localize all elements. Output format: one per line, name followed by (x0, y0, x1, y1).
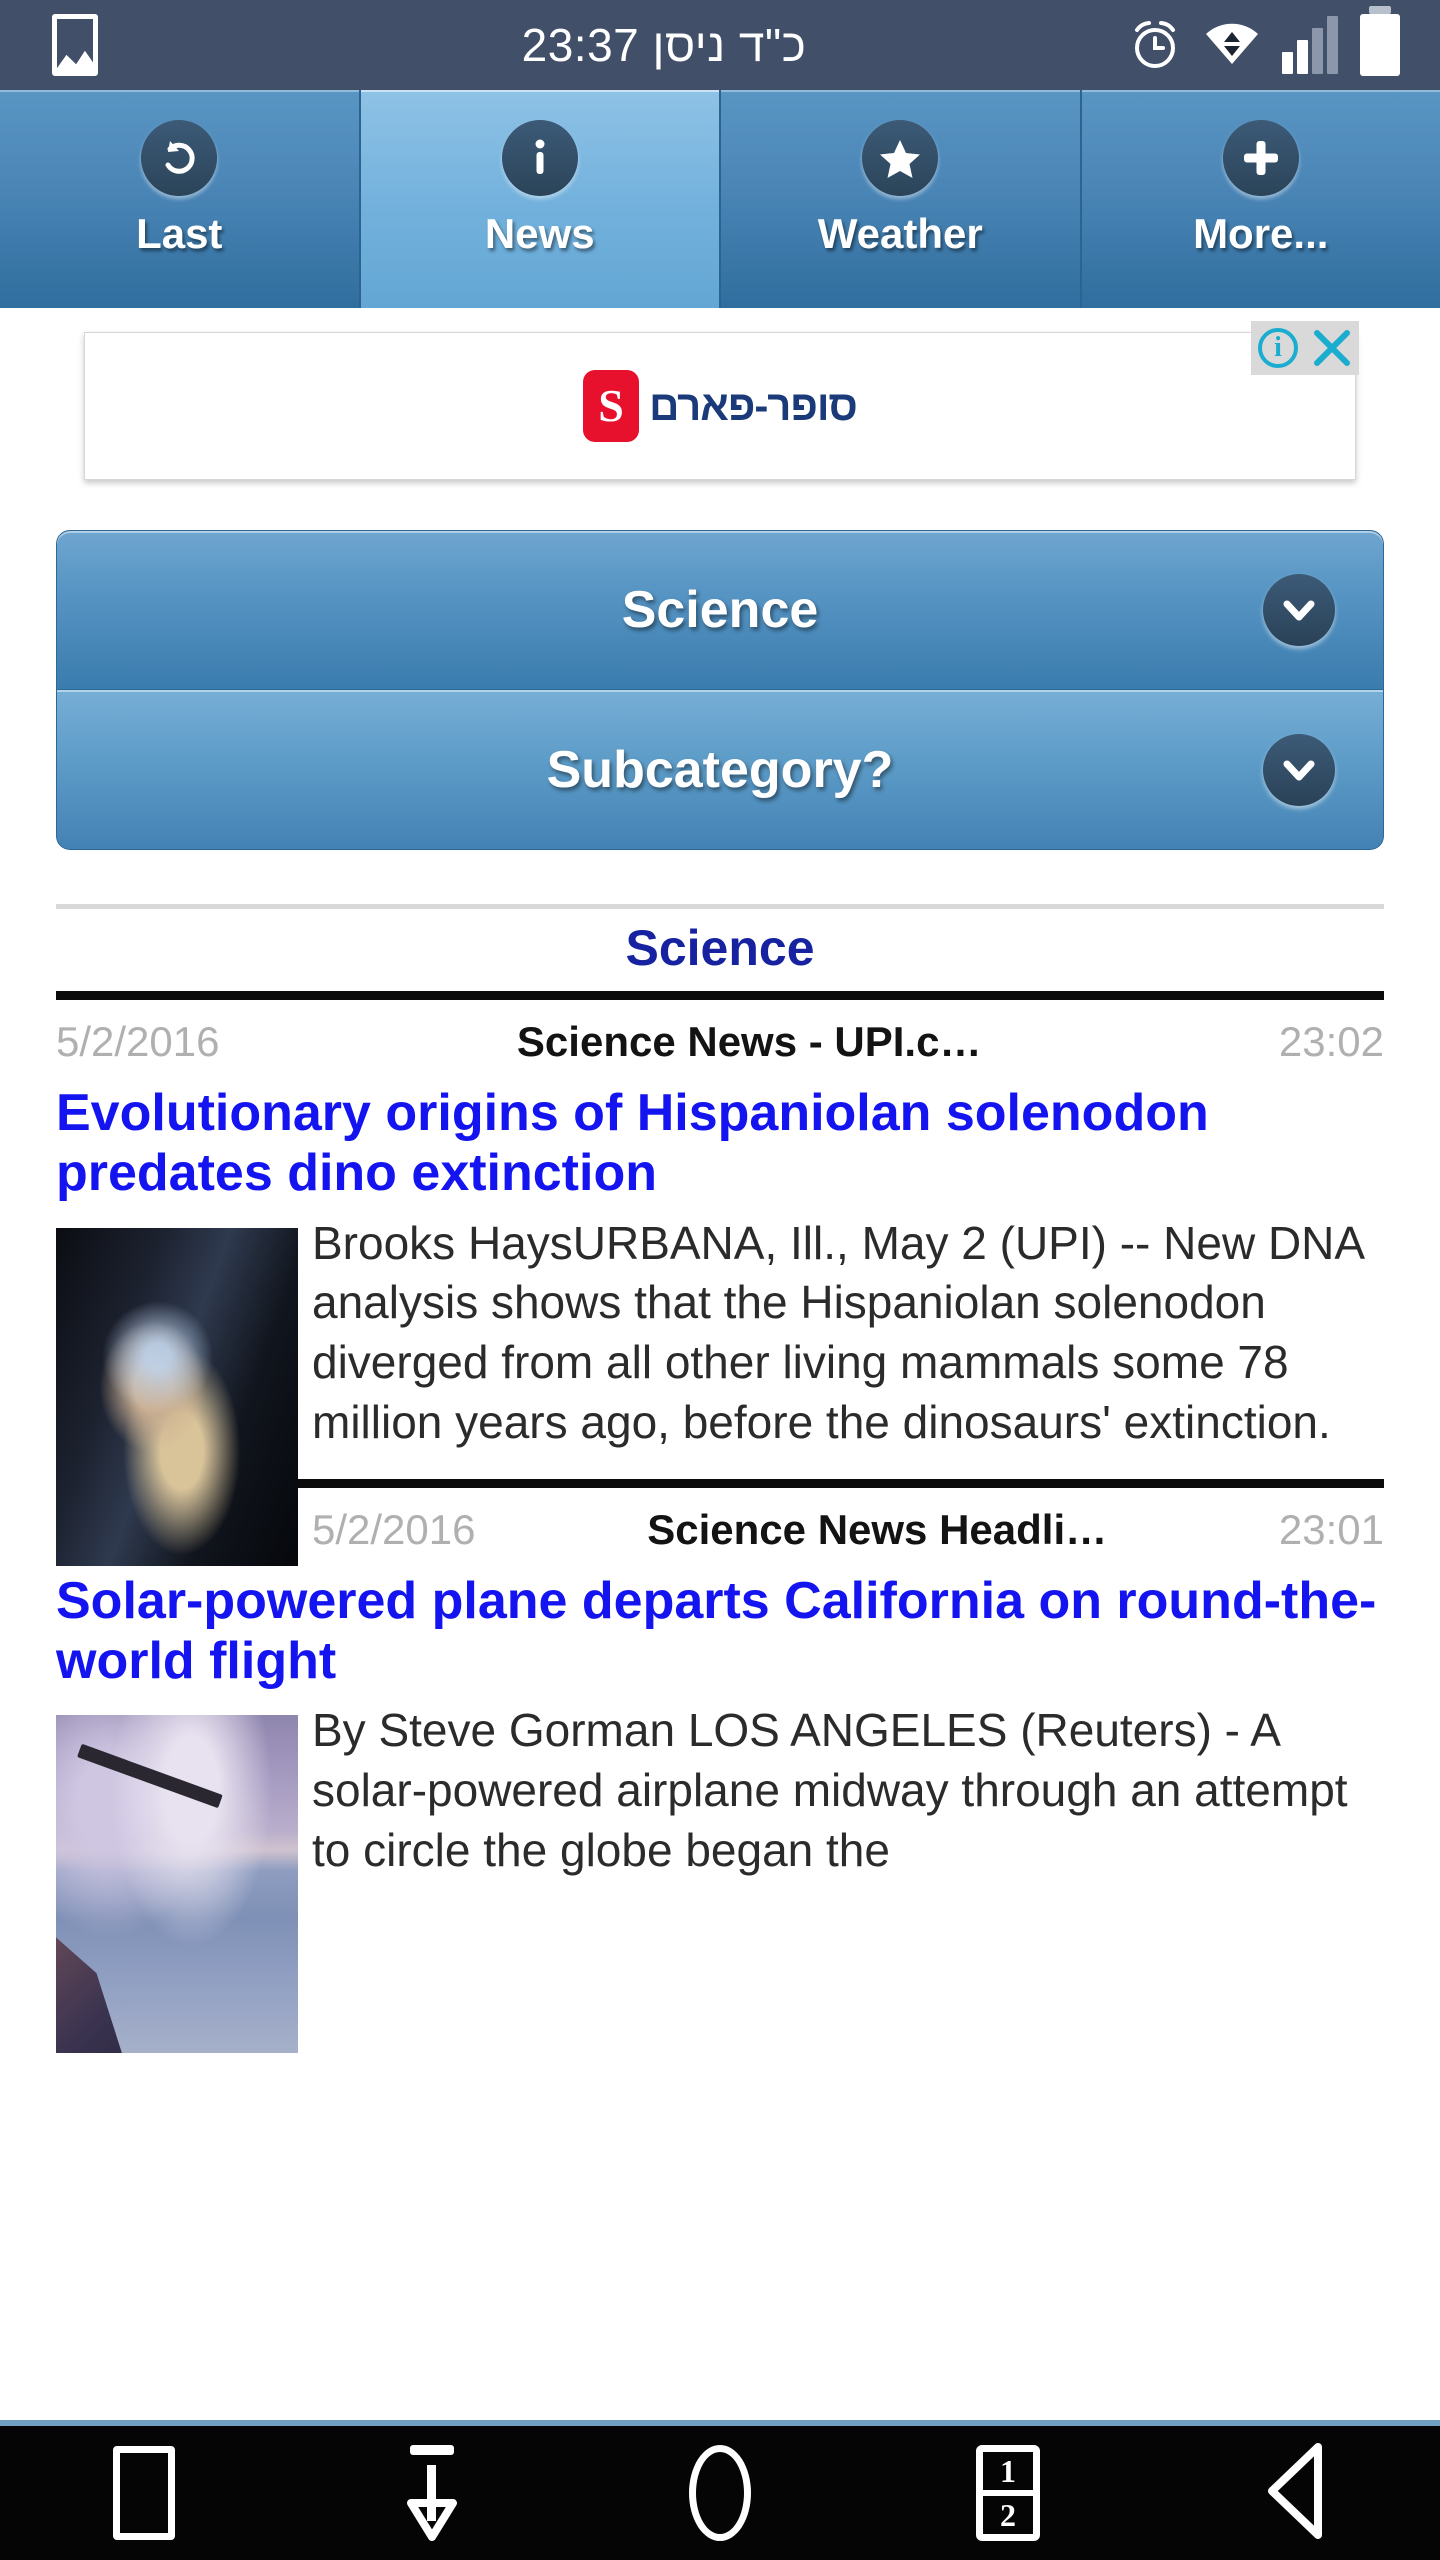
tab-more-label: More... (1193, 210, 1329, 257)
ad-banner-region: S סופר-פארם i (0, 320, 1440, 500)
divider-dark (56, 991, 1384, 1000)
category-dropdown[interactable]: Science (56, 530, 1384, 690)
tab-last-label: Last (136, 210, 223, 257)
chevron-down-icon (1263, 733, 1335, 806)
multiwindow-button[interactable]: 1 2 (928, 2438, 1088, 2548)
article-date: 5/2/2016 (56, 1018, 220, 1065)
signal-bars-icon (1282, 16, 1338, 74)
tab-last[interactable]: Last (0, 90, 361, 308)
adchoices-info-glyph: i (1258, 328, 1298, 368)
article-meta: 5/2/2016 Science News - UPI.c… 23:02 (56, 1018, 1384, 1066)
article-headline[interactable]: Solar-powered plane departs California o… (56, 1572, 1384, 1692)
news-list[interactable]: Science 5/2/2016 Science News - UPI.c… 2… (0, 860, 1440, 2420)
subcategory-dropdown-label: Subcategory? (546, 740, 894, 799)
section-title: Science (625, 920, 815, 976)
wifi-transfer-icon (1204, 18, 1260, 73)
square-icon (113, 2446, 175, 2540)
tab-weather-label: Weather (817, 210, 983, 257)
split-window-icon: 1 2 (976, 2445, 1040, 2541)
circle-icon (689, 2445, 751, 2541)
status-bar-datetime: כ"ד ניסן 23:37 (521, 19, 807, 71)
ad-logo: S סופר-פארם (583, 370, 858, 442)
download-arrow-icon (396, 2441, 468, 2546)
split-window-top-label: 1 (983, 2452, 1033, 2496)
adchoices-info-icon[interactable]: i (1251, 321, 1305, 375)
status-bar-right (1128, 6, 1440, 76)
article-body-wrap: Brooks HaysURBANA, Ill., May 2 (UPI) -- … (56, 1214, 1384, 1566)
article-body-text: Brooks HaysURBANA, Ill., May 2 (UPI) -- … (312, 1216, 1363, 1448)
star-icon (862, 120, 939, 196)
article-thumbnail[interactable] (56, 1227, 298, 1566)
battery-icon (1360, 6, 1400, 76)
recents-button[interactable] (64, 2438, 224, 2548)
article-source: Science News - UPI.c… (516, 1018, 982, 1065)
filter-dropdowns: Science Subcategory? (56, 530, 1384, 850)
tab-more[interactable]: More... (1081, 90, 1440, 308)
article-body-text: By Steve Gorman LOS ANGELES (Reuters) - … (312, 1704, 1348, 1876)
article-time: 23:01 (1278, 1505, 1384, 1553)
article-time: 23:02 (1278, 1018, 1384, 1065)
alarm-icon (1128, 18, 1182, 72)
home-button[interactable] (640, 2438, 800, 2548)
tab-news[interactable]: News (360, 90, 721, 308)
undo-arrow-icon (141, 120, 218, 196)
system-nav-bar: 1 2 (0, 2420, 1440, 2560)
ad-logo-mark: S (583, 370, 640, 442)
ad-advertiser-name: סופר-פארם (649, 382, 858, 429)
info-icon (501, 120, 578, 196)
subcategory-dropdown[interactable]: Subcategory? (56, 690, 1384, 850)
tab-news-label: News (484, 210, 595, 257)
category-dropdown-label: Science (621, 581, 819, 639)
ad-banner[interactable]: S סופר-פארם i (84, 321, 1359, 480)
split-window-bottom-label: 2 (1000, 2496, 1016, 2533)
ad-controls: i (1251, 321, 1359, 375)
article-meta: 5/2/2016 Science News Headli… 23:01 (312, 1506, 1384, 1554)
download-button[interactable] (352, 2438, 512, 2548)
back-triangle-icon (1260, 2441, 1332, 2546)
gallery-icon (52, 14, 98, 76)
status-bar-center: כ"ד ניסן 23:37 (200, 18, 1128, 72)
back-button[interactable] (1216, 2438, 1376, 2548)
article-headline[interactable]: Evolutionary origins of Hispaniolan sole… (56, 1084, 1384, 1204)
tab-bar: Last News Weather More... (0, 90, 1440, 308)
article-item[interactable]: 5/2/2016 Science News - UPI.c… 23:02 Evo… (0, 1018, 1440, 1566)
status-bar: כ"ד ניסן 23:37 (0, 0, 1440, 90)
article-date: 5/2/2016 (312, 1505, 476, 1553)
phone-screen: כ"ד ניסן 23:37 Last News Weather More...… (0, 0, 1440, 2560)
chevron-down-icon (1263, 574, 1335, 646)
article-thumbnail[interactable] (56, 1715, 298, 2054)
status-bar-left (0, 14, 200, 76)
plus-icon (1222, 120, 1299, 196)
tab-weather[interactable]: Weather (721, 90, 1082, 308)
close-icon[interactable] (1305, 321, 1359, 375)
article-source: Science News Headli… (647, 1505, 1108, 1553)
article-body-wrap: By Steve Gorman LOS ANGELES (Reuters) - … (56, 1701, 1384, 2054)
